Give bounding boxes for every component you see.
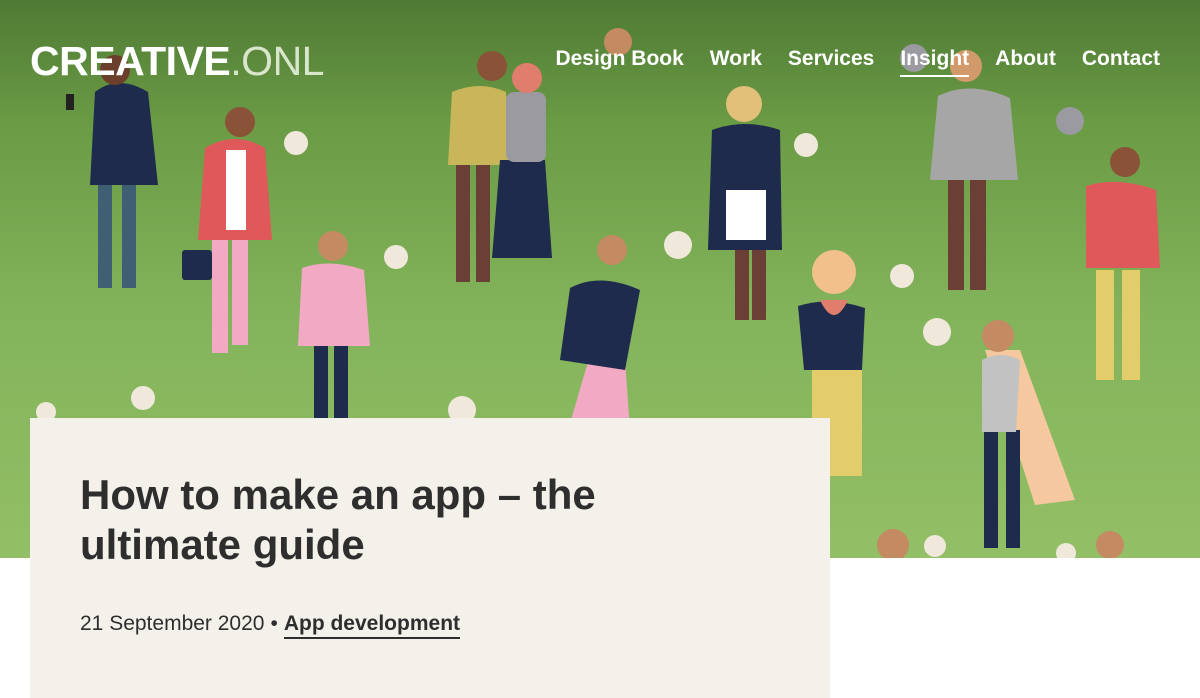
- person-head: [877, 529, 909, 558]
- person-figure: [923, 318, 1075, 548]
- nav-contact[interactable]: Contact: [1082, 45, 1160, 77]
- nav-design-book[interactable]: Design Book: [555, 45, 683, 77]
- article-title: How to make an app – the ultimate guide: [80, 471, 596, 568]
- article-header-card: How to make an app – the ultimate guide …: [30, 418, 830, 698]
- person-figure: [560, 231, 692, 430]
- speech-bubble: [1056, 543, 1076, 558]
- meta-separator: •: [270, 612, 278, 635]
- person-figure: [66, 55, 158, 288]
- person-figure: [1056, 107, 1160, 380]
- nav-work[interactable]: Work: [710, 45, 762, 77]
- speech-bubble: [131, 386, 155, 410]
- article-date: 21 September 2020: [80, 612, 265, 635]
- person-head: [1096, 531, 1124, 558]
- site-logo[interactable]: CREATIVE.ONL: [30, 38, 324, 84]
- category-link[interactable]: App development: [283, 612, 461, 639]
- logo-suffix: ONL: [241, 38, 324, 84]
- person-figure: [298, 231, 408, 430]
- speech-bubble: [924, 535, 946, 557]
- person-figure: [182, 107, 308, 353]
- nav-services[interactable]: Services: [788, 45, 874, 77]
- nav-about[interactable]: About: [995, 45, 1056, 77]
- nav-insight[interactable]: Insight: [900, 45, 970, 77]
- main-nav: Design Book Work Services Insight About …: [555, 45, 1160, 77]
- article-meta: 21 September 2020 • App development: [80, 612, 461, 639]
- person-figure: [930, 50, 1018, 290]
- logo-dot: .: [230, 38, 242, 84]
- logo-wordmark: CREATIVE: [30, 38, 231, 84]
- person-figure: [708, 86, 818, 320]
